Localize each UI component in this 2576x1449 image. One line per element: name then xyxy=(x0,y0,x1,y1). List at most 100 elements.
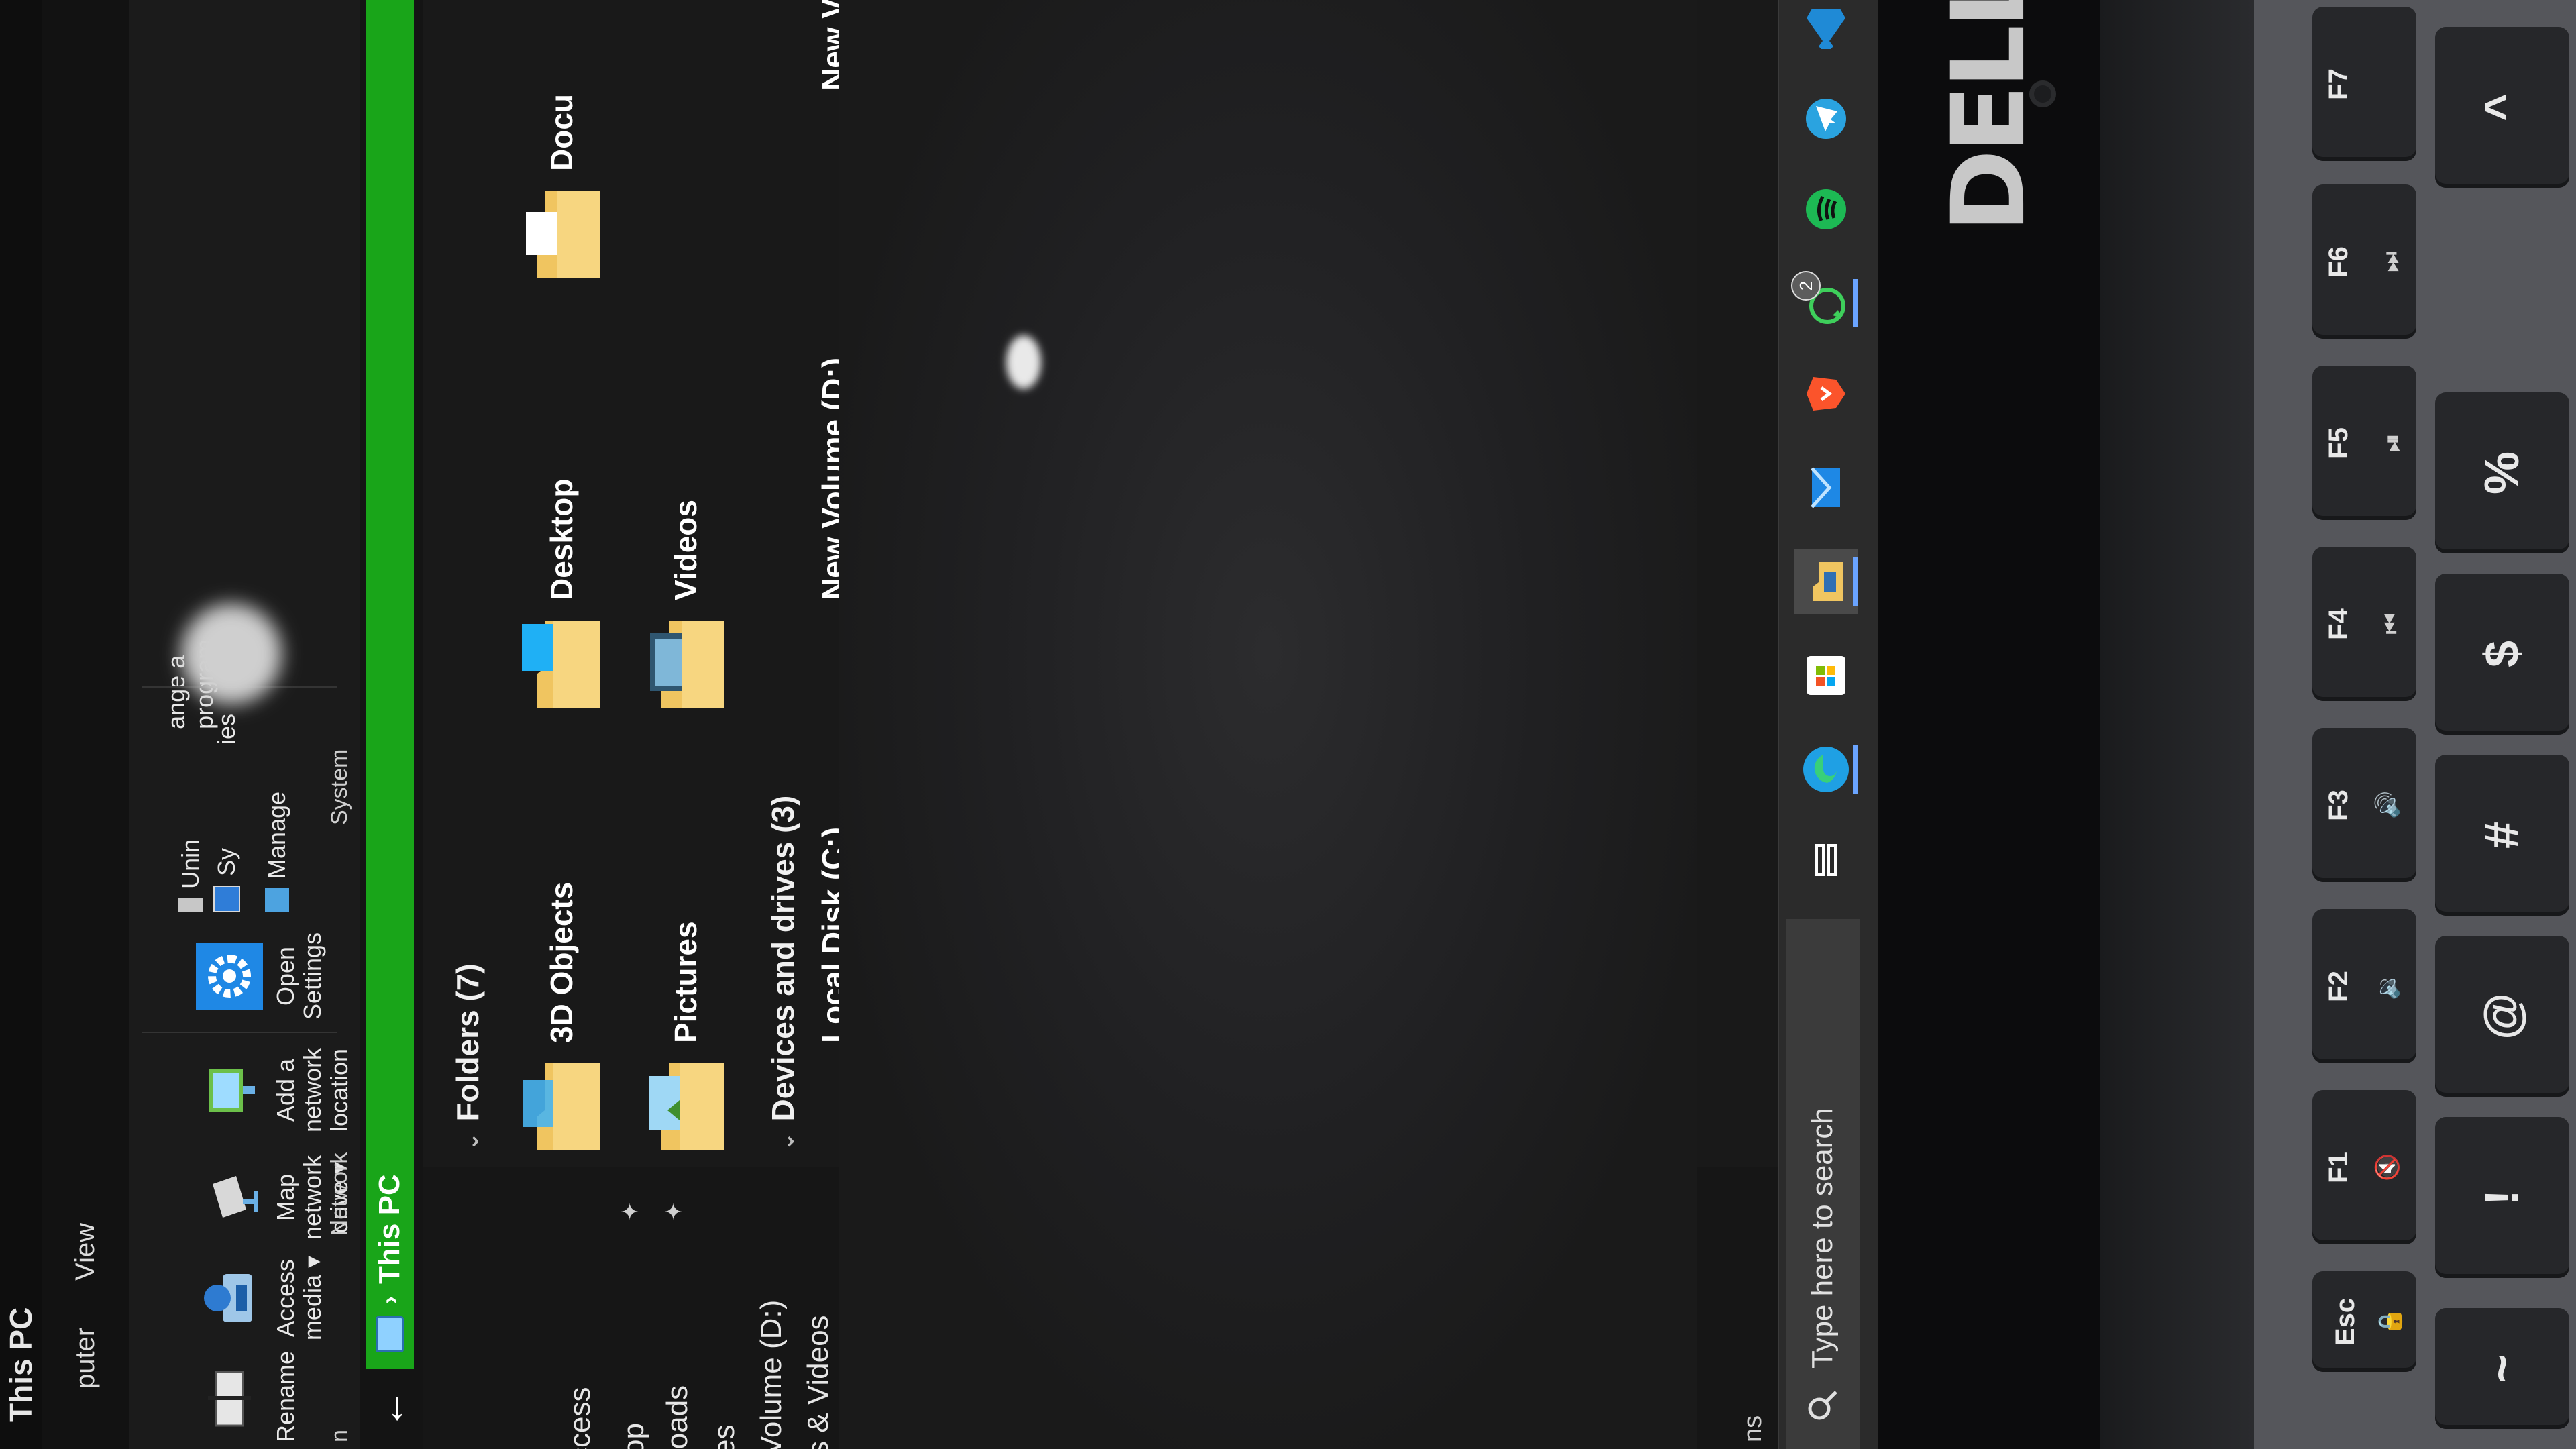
network-location-roshan[interactable]: roshan (\\roshan.file.core.windows.net) … xyxy=(1033,282,1140,1154)
brave-icon[interactable] xyxy=(1794,362,1858,426)
ribbon-group-network: Access media ▾ Map network drive ▾ Add a… xyxy=(136,1040,357,1348)
key-esc[interactable]: Esc 🔒 xyxy=(2312,1271,2416,1372)
edge-icon[interactable] xyxy=(1794,737,1858,802)
nav-item-pictures-pinned[interactable]: es xyxy=(708,1425,748,1449)
next-track-icon: ⏭ xyxy=(2377,251,2405,272)
tab-view[interactable]: View xyxy=(70,1223,101,1281)
folder-videos[interactable]: Videos xyxy=(641,335,735,711)
nav-item-videos[interactable]: deos xyxy=(1288,1392,1328,1449)
tab-computer[interactable]: puter xyxy=(70,1328,101,1389)
ribbon-tabs: puter View xyxy=(42,0,129,1449)
taskbar-search-box[interactable]: Type here to search xyxy=(1786,919,1860,1449)
folder-3d-objects[interactable]: 3D Objects xyxy=(517,778,610,1154)
taskbar: ns Type here to search 2 xyxy=(1739,0,1878,1449)
drive-usage-fill xyxy=(861,580,890,600)
system-properties-tail-label: ies xyxy=(213,713,240,745)
nav-item-3d-objects[interactable]: Objects xyxy=(1000,1356,1040,1449)
drive-name: Local Disk (C:) xyxy=(816,826,851,1043)
map-network-drive-button[interactable]: Map network drive ▾ xyxy=(142,1147,353,1248)
folders-section-header[interactable]: ⌄Folders (7) xyxy=(449,963,486,1151)
key-tilde[interactable]: ~ xyxy=(2435,1308,2569,1429)
address-path: This PC xyxy=(373,1174,406,1284)
access-media-label: Access media ▾ xyxy=(272,1255,326,1341)
network-location-name: roshan xyxy=(1040,940,1075,1043)
manage-button[interactable]: Manage xyxy=(263,792,291,912)
nav-item-network[interactable]: etwork xyxy=(1556,1368,1597,1449)
address-bar[interactable]: › This PC xyxy=(366,0,414,1368)
key-f6[interactable]: F6 ⏭ xyxy=(2312,184,2416,339)
key-f7[interactable]: F7 xyxy=(2312,7,2416,161)
access-media-button[interactable]: Access media ▾ xyxy=(142,1248,326,1348)
ribbon-separator xyxy=(142,1032,337,1033)
volume-down-icon: 🔉 xyxy=(2373,971,2401,1001)
folder-documents[interactable]: Docu xyxy=(517,0,610,282)
key-f5[interactable]: F5 ⏯ xyxy=(2312,366,2416,520)
folder-desktop[interactable]: Desktop xyxy=(517,335,610,711)
task-view-icon[interactable] xyxy=(1794,828,1858,892)
nav-item-new-volume-e[interactable]: lew Volume (E:) xyxy=(1439,1249,1479,1449)
key-caret[interactable]: ^ xyxy=(2435,27,2569,188)
nav-item-program-desktop[interactable]: gram Desktop xyxy=(849,1272,889,1449)
key-percent[interactable]: % xyxy=(2435,392,2569,553)
rename-button[interactable]: Rename xyxy=(142,1351,299,1442)
open-settings-label: Open Settings xyxy=(272,932,326,1020)
drive-free-space: 112 GB free of 117 GB xyxy=(902,293,935,600)
rename-label: Rename xyxy=(272,1350,299,1442)
nav-item-new-volume-d2[interactable]: lew Volume (D:) xyxy=(1389,1247,1429,1449)
nav-item-downloads[interactable]: wnloads xyxy=(1144,1348,1184,1449)
hard-drive-icon xyxy=(842,117,894,195)
folder-label: Docu xyxy=(544,94,579,171)
key-f4[interactable]: F4 ⏮ xyxy=(2312,547,2416,701)
navigation-pane: ccess op ✦ loads ✦ es Volume (D:) s & Vi… xyxy=(423,1167,1878,1449)
system-properties-button[interactable]: Sy ies xyxy=(213,714,241,912)
nav-item-roshan-share[interactable]: oshan (\\roshan.file xyxy=(1489,1205,1529,1449)
open-settings-button[interactable]: Open Settings xyxy=(142,926,326,1026)
pin-icon: ✦ xyxy=(661,1201,687,1222)
nav-item-onedrive-personal[interactable]: rive - Personal xyxy=(899,1265,939,1449)
key-at[interactable]: @ xyxy=(2435,936,2569,1097)
nav-item-desktop[interactable]: sktop xyxy=(1046,1385,1087,1449)
drive-name: New Volume (D:) xyxy=(816,357,851,600)
network-section-header[interactable]: ⌄Network locations (1) xyxy=(979,809,1016,1151)
drive-e[interactable]: New V 44.2 GB xyxy=(815,0,949,201)
ribbon-group-label: n xyxy=(327,1430,352,1442)
nav-item-movies-videos[interactable]: s & Videos xyxy=(802,1315,842,1449)
spotify-icon[interactable] xyxy=(1794,177,1858,241)
file-explorer-icon[interactable] xyxy=(1794,549,1858,614)
nav-item-music[interactable]: usic xyxy=(1194,1403,1234,1449)
nav-item-downloads-pinned[interactable]: loads xyxy=(661,1385,701,1449)
key-hash[interactable]: # xyxy=(2435,755,2569,916)
laptop-keyboard: Esc 🔒 F1 🔇 F2 🔉 F3 🔊 F4 ⏮ F5 ⏯ F6 ⏭ F7 ~ ! @ # … xyxy=(2254,0,2576,1449)
nav-item-quick-access[interactable]: ccess xyxy=(564,1387,604,1449)
lock-icon: 🔒 xyxy=(2376,1307,2404,1336)
store-icon[interactable] xyxy=(1794,643,1858,708)
key-f1[interactable]: F1 🔇 xyxy=(2312,1090,2416,1244)
desktop-folder-icon xyxy=(522,621,600,708)
mouse-cursor xyxy=(1144,314,1177,346)
key-dollar[interactable]: $ xyxy=(2435,574,2569,735)
notification-badge: 2 xyxy=(1791,271,1821,301)
whatsapp-icon[interactable]: 2 xyxy=(1791,271,1858,335)
drive-c[interactable]: Local Disk (C:) 134 GB free of 233 GB xyxy=(815,733,949,1154)
nav-item-documents[interactable]: cuments xyxy=(1093,1344,1134,1449)
drives-section-header[interactable]: ⌄Devices and drives (3) xyxy=(765,796,801,1151)
mail-icon[interactable] xyxy=(1794,455,1858,520)
drive-usage-fill xyxy=(861,45,890,91)
drive-usage-bar xyxy=(861,745,890,1043)
folder-label: Desktop xyxy=(544,478,579,600)
key-f2[interactable]: F2 🔉 xyxy=(2312,909,2416,1063)
vscode-icon[interactable] xyxy=(1794,0,1858,60)
add-network-location-button[interactable]: Add a network location xyxy=(142,1033,353,1147)
telegram-icon[interactable] xyxy=(1794,87,1858,151)
drive-d[interactable]: New Volume (D:) 112 GB free of 117 GB xyxy=(815,205,949,711)
back-arrow-icon[interactable]: ← xyxy=(367,1389,413,1429)
key-f3[interactable]: F3 🔊 xyxy=(2312,728,2416,882)
nav-item-desktop-pinned[interactable]: op xyxy=(617,1423,657,1449)
nav-item-local-disk-c[interactable]: ocal Disk (C:) xyxy=(1338,1279,1379,1449)
key-exclamation[interactable]: ! xyxy=(2435,1117,2569,1278)
nav-item-new-volume-d[interactable]: Volume (D:) xyxy=(755,1300,795,1449)
nav-item-this-pc[interactable]: C xyxy=(949,1348,989,1449)
mute-icon: 🔇 xyxy=(2373,1152,2401,1182)
folder-pictures[interactable]: Pictures xyxy=(641,778,735,1154)
nav-item-pictures[interactable]: ctures xyxy=(1241,1375,1281,1449)
